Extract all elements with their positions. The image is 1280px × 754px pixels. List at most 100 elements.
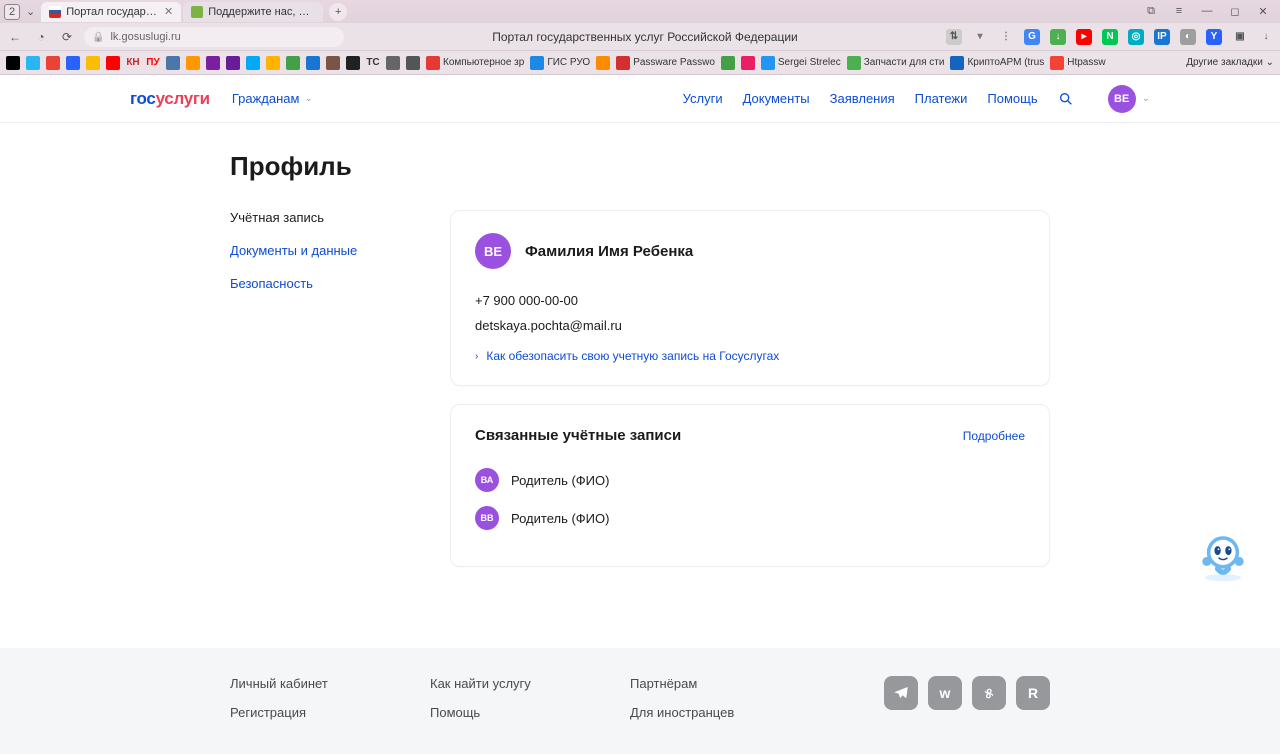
bookmark-item[interactable] <box>346 56 360 70</box>
social-telegram-icon[interactable] <box>884 676 918 710</box>
bookmark-item[interactable] <box>386 56 400 70</box>
address-bar: ← ◔ ⟳ lk.gosuslugi.ru Портал государстве… <box>0 23 1280 51</box>
bookmark-item[interactable] <box>596 56 610 70</box>
bookmark-item[interactable]: Запчасти для сти <box>847 56 945 70</box>
bookmark-item[interactable] <box>6 56 20 70</box>
tab-counter[interactable]: 2 <box>4 4 20 20</box>
close-tab-icon[interactable]: ✕ <box>164 5 173 18</box>
ext-download-icon[interactable]: ↓ <box>1050 29 1066 45</box>
bookmark-item[interactable]: ПУ <box>146 56 160 70</box>
bookmark-item[interactable] <box>326 56 340 70</box>
nav-documents[interactable]: Документы <box>743 91 810 106</box>
sidenav-security[interactable]: Безопасность <box>230 276 410 291</box>
menu-icon[interactable]: ≡ <box>1172 5 1186 18</box>
ext-youtube-icon[interactable]: ▸ <box>1076 29 1092 45</box>
close-window-icon[interactable]: ✕ <box>1256 5 1270 18</box>
downloads-icon[interactable]: ↓ <box>1258 29 1274 45</box>
nav-services[interactable]: Услуги <box>683 91 723 106</box>
reload-button[interactable]: ⟳ <box>58 30 76 44</box>
minimize-icon[interactable]: — <box>1200 5 1214 18</box>
bookmark-item[interactable] <box>246 56 260 70</box>
ext-y-icon[interactable]: Y <box>1206 29 1222 45</box>
bookmark-item[interactable] <box>741 56 755 70</box>
other-bookmarks[interactable]: Другие закладки ⌄ <box>1186 57 1274 68</box>
social-ok-icon[interactable]: ୫ <box>972 676 1006 710</box>
footer-link-foreigners[interactable]: Для иностранцев <box>630 705 830 720</box>
bookmark-item[interactable] <box>46 56 60 70</box>
social-rutube-icon[interactable]: R <box>1016 676 1050 710</box>
lock-icon <box>92 31 104 43</box>
pip-icon[interactable]: ⧉ <box>1144 5 1158 18</box>
bookmark-item[interactable] <box>106 56 120 70</box>
footer-link-register[interactable]: Регистрация <box>230 705 430 720</box>
chatbot-button[interactable] <box>1196 529 1250 583</box>
addr-right-icons: ⇅ ▾ ⋮ G ↓ ▸ N ◎ IP ◐ Y ▣ ↓ <box>946 29 1274 45</box>
bookmark-item[interactable]: Sergei Strelec <box>761 56 841 70</box>
page-body: Профиль Учётная запись Документы и данны… <box>0 123 1280 648</box>
chevron-down-icon: ⌄ <box>304 93 312 104</box>
bookmark-item[interactable]: ГИС РУО <box>530 56 590 70</box>
bookmark-item[interactable] <box>206 56 220 70</box>
page-title-center: Портал государственных услуг Российской … <box>352 30 938 44</box>
sidebar-icon[interactable]: ▣ <box>1232 29 1248 45</box>
more-icon[interactable]: ⋮ <box>998 29 1014 45</box>
nav-applications[interactable]: Заявления <box>830 91 895 106</box>
new-tab-button[interactable]: + <box>329 3 347 21</box>
social-vk-icon[interactable]: w <box>928 676 962 710</box>
site-footer: Личный кабинет Регистрация Как найти усл… <box>0 648 1280 754</box>
chevron-right-icon: › <box>475 351 478 362</box>
ext-ip-icon[interactable]: IP <box>1154 29 1170 45</box>
user-menu[interactable]: ВЕ ⌄ <box>1108 85 1150 113</box>
favicon <box>191 6 203 18</box>
bookmark-item[interactable] <box>286 56 300 70</box>
tab-list-dropdown[interactable]: ⌄ <box>26 5 35 18</box>
sidenav-documents[interactable]: Документы и данные <box>230 243 410 258</box>
footer-link-help[interactable]: Помощь <box>430 705 630 720</box>
url-input[interactable]: lk.gosuslugi.ru <box>84 27 344 47</box>
bookmark-item[interactable] <box>306 56 320 70</box>
tab-title: Поддержите нас, офор <box>208 6 315 18</box>
secure-account-link[interactable]: Как обезопасить свою учетную запись на Г… <box>486 349 779 363</box>
translate-icon[interactable]: ⇅ <box>946 29 962 45</box>
footer-link-partners[interactable]: Партнёрам <box>630 676 830 691</box>
search-icon[interactable] <box>1058 91 1074 107</box>
bookmark-item[interactable] <box>166 56 180 70</box>
linked-more-link[interactable]: Подробнее <box>963 429 1025 443</box>
bookmark-item[interactable]: КриптоАРМ (trus <box>950 56 1044 70</box>
site-logo[interactable]: госуслуги <box>130 89 210 109</box>
browser-tab-active[interactable]: Портал государственн ✕ <box>41 2 181 22</box>
bookmark-item[interactable] <box>721 56 735 70</box>
footer-link-find[interactable]: Как найти услугу <box>430 676 630 691</box>
ext-translate-icon[interactable]: G <box>1024 29 1040 45</box>
bookmark-item[interactable] <box>26 56 40 70</box>
bookmark-item[interactable]: Passware Passwo <box>616 56 715 70</box>
maximize-icon[interactable]: ◻ <box>1228 5 1242 18</box>
bookmark-item[interactable] <box>86 56 100 70</box>
bookmark-item[interactable] <box>226 56 240 70</box>
bookmark-item[interactable] <box>66 56 80 70</box>
bookmark-item[interactable]: ТС <box>366 56 380 70</box>
linked-accounts-card: Связанные учётные записи Подробнее ВА Ро… <box>450 404 1050 567</box>
shield-icon[interactable]: ◔ <box>32 30 50 44</box>
bookmark-icon[interactable]: ▾ <box>972 29 988 45</box>
bookmark-item[interactable] <box>266 56 280 70</box>
linked-account-row[interactable]: ВА Родитель (ФИО) <box>475 468 1025 492</box>
browser-tab-strip: 2 ⌄ Портал государственн ✕ Поддержите на… <box>0 0 1280 23</box>
back-button[interactable]: ← <box>6 30 24 44</box>
bookmark-item[interactable] <box>406 56 420 70</box>
ext-teal-icon[interactable]: ◎ <box>1128 29 1144 45</box>
bookmark-item[interactable]: Htpassw <box>1050 56 1105 70</box>
bookmark-item[interactable]: КН <box>126 56 140 70</box>
browser-tab[interactable]: Поддержите нас, офор <box>183 2 323 22</box>
audience-selector[interactable]: Гражданам⌄ <box>232 91 313 106</box>
ext-n-icon[interactable]: N <box>1102 29 1118 45</box>
nav-payments[interactable]: Платежи <box>915 91 968 106</box>
ext-grey-icon[interactable]: ◐ <box>1180 29 1196 45</box>
bookmark-item[interactable]: Компьютерное зр <box>426 56 524 70</box>
bookmark-item[interactable] <box>186 56 200 70</box>
linked-account-row[interactable]: ВВ Родитель (ФИО) <box>475 506 1025 530</box>
footer-link-cabinet[interactable]: Личный кабинет <box>230 676 430 691</box>
nav-help[interactable]: Помощь <box>987 91 1037 106</box>
profile-name: Фамилия Имя Ребенка <box>525 243 693 260</box>
sidenav-account[interactable]: Учётная запись <box>230 210 410 225</box>
